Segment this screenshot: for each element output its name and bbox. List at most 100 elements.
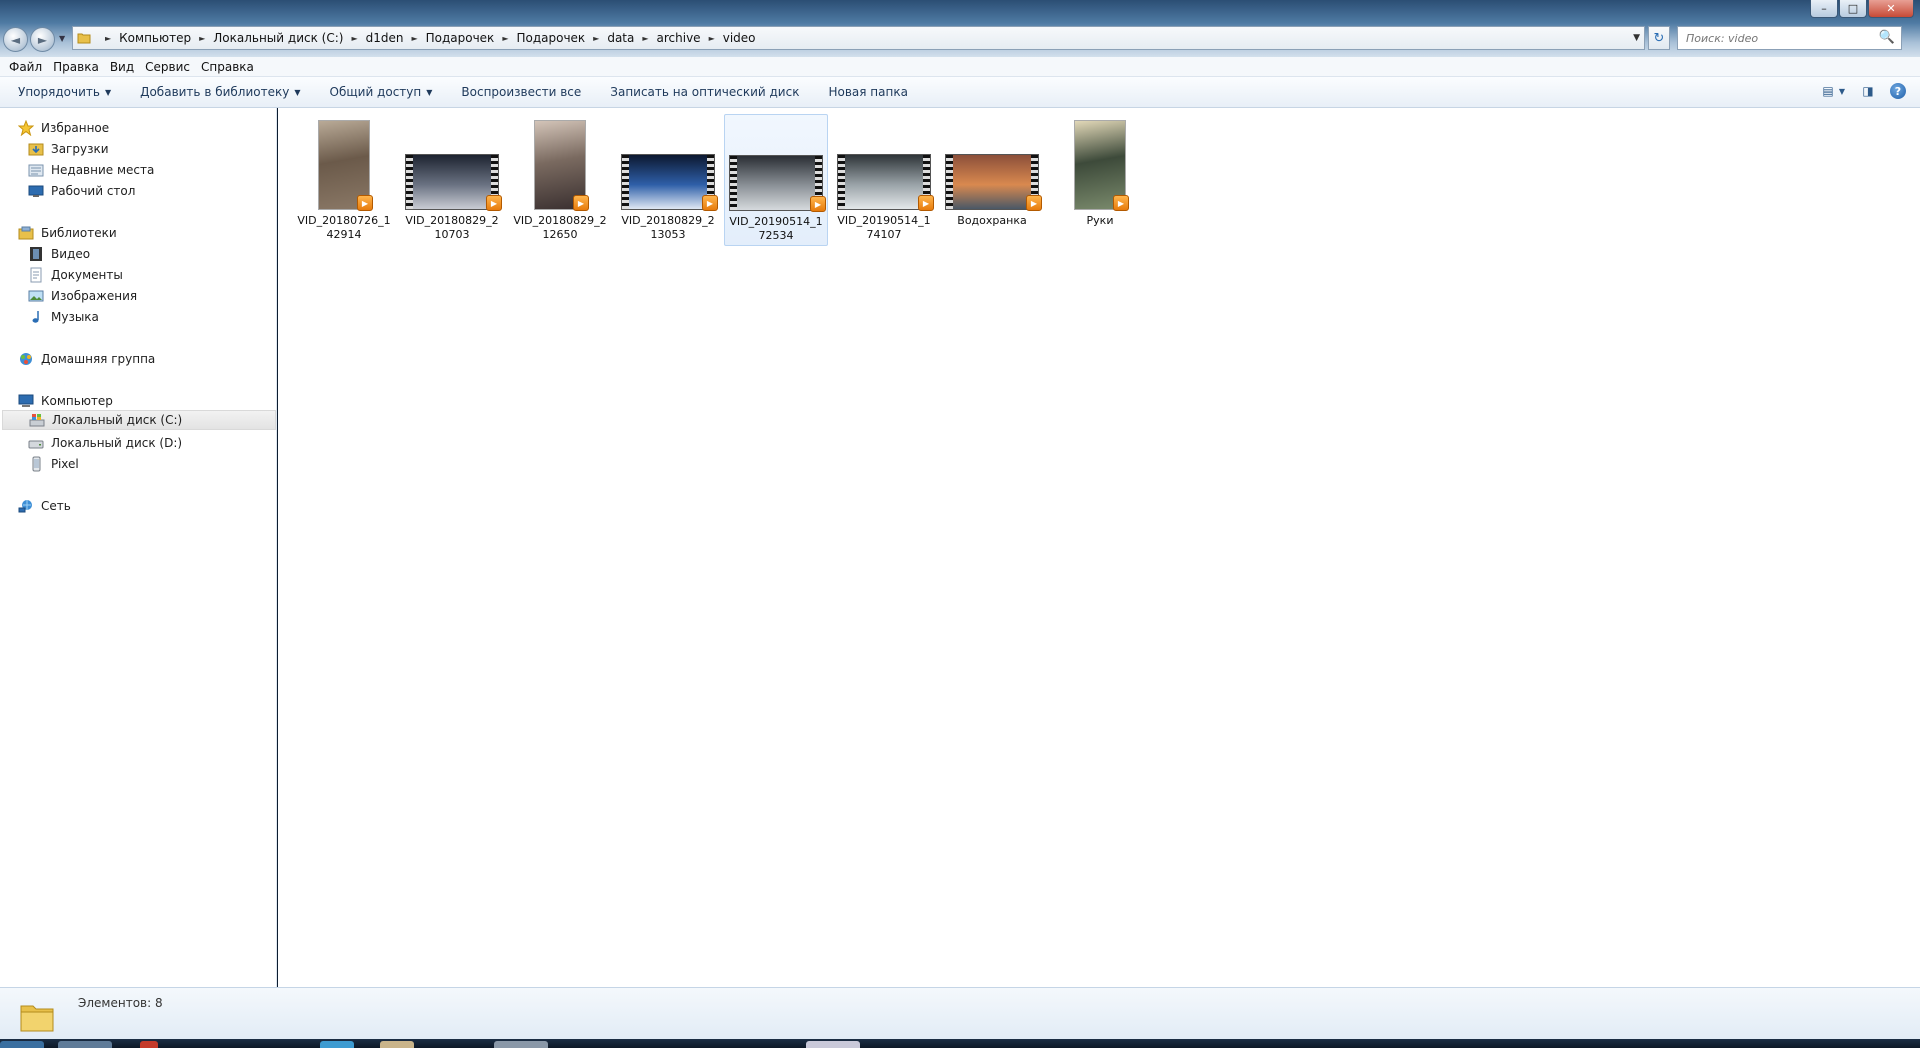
menu-help[interactable]: Справка: [201, 60, 254, 74]
file-name: Водохранка: [957, 214, 1027, 227]
taskbar-item[interactable]: [140, 1041, 158, 1048]
sidebar-item-desktop[interactable]: Рабочий стол: [28, 181, 135, 201]
address-dropdown-icon[interactable]: ▼: [1633, 33, 1640, 43]
taskbar-item[interactable]: [494, 1041, 548, 1048]
sidebar-favorites[interactable]: Избранное: [18, 118, 109, 138]
breadcrumb-item[interactable]: video: [723, 31, 756, 45]
sidebar-item-music[interactable]: Музыка: [28, 307, 99, 327]
sidebar-item-recent-places[interactable]: Недавние места: [28, 160, 154, 180]
start-button[interactable]: [0, 1041, 44, 1048]
sidebar-item-local-disk-d[interactable]: Локальный диск (D:): [28, 433, 182, 453]
breadcrumb-separator-icon[interactable]: ►: [593, 34, 599, 43]
video-thumbnail: ▶: [318, 120, 373, 211]
close-button[interactable]: ✕: [1868, 0, 1914, 18]
add-to-library-button[interactable]: Добавить в библиотеку ▼: [140, 85, 300, 99]
network-icon: [18, 500, 32, 513]
maximize-button[interactable]: □: [1839, 0, 1867, 18]
breadcrumb-item[interactable]: Компьютер: [119, 31, 191, 45]
menu-bar: Файл Правка Вид Сервис Справка: [0, 57, 1920, 77]
minimize-button[interactable]: –: [1810, 0, 1838, 18]
sidebar-computer-label: Компьютер: [41, 394, 113, 408]
taskbar: [0, 1039, 1920, 1048]
sidebar-item-pictures[interactable]: Изображения: [28, 286, 137, 306]
video-file-item[interactable]: ▶ VID_20180726_142914: [292, 114, 396, 246]
breadcrumb-item[interactable]: archive: [657, 31, 701, 45]
forward-button[interactable]: ►: [30, 27, 55, 52]
help-icon[interactable]: ?: [1890, 83, 1906, 99]
taskbar-item[interactable]: [320, 1041, 354, 1048]
video-file-item[interactable]: ▶ Водохранка: [940, 114, 1044, 246]
menu-tools[interactable]: Сервис: [145, 60, 190, 74]
address-bar[interactable]: ► Компьютер ► Локальный диск (C:) ► d1de…: [72, 26, 1645, 50]
breadcrumb-separator-icon[interactable]: ►: [411, 34, 417, 43]
file-view[interactable]: ▶ VID_20180726_142914 ▶ VID_20180829_210703…: [278, 108, 1920, 987]
breadcrumb-separator-icon[interactable]: ►: [199, 34, 205, 43]
breadcrumb-item[interactable]: data: [607, 31, 634, 45]
search-box[interactable]: 🔍: [1677, 26, 1902, 50]
file-name: VID_20180829_212650: [513, 214, 607, 241]
breadcrumb-item[interactable]: Подарочек: [516, 31, 585, 45]
share-button[interactable]: Общий доступ ▼: [330, 85, 433, 99]
sidebar-item-local-disk-c[interactable]: Локальный диск (C:): [2, 410, 276, 430]
recent-pages-dropdown[interactable]: ▼: [59, 34, 65, 43]
sidebar-libraries[interactable]: Библиотеки: [18, 223, 117, 243]
back-arrow-icon: ◄: [10, 32, 21, 47]
organize-button[interactable]: Упорядочить ▼: [18, 85, 111, 99]
video-file-item[interactable]: ▶ Руки: [1048, 114, 1152, 246]
sidebar-item-downloads[interactable]: Загрузки: [28, 139, 109, 159]
sidebar-item-video[interactable]: Видео: [28, 244, 90, 264]
menu-file[interactable]: Файл: [9, 60, 42, 74]
file-name: VID_20190514_174107: [837, 214, 931, 241]
video-file-item[interactable]: ▶ VID_20190514_172534: [724, 114, 828, 246]
sidebar-item-documents[interactable]: Документы: [28, 265, 123, 285]
preview-pane-icon[interactable]: ◨: [1860, 83, 1876, 99]
star-icon: [18, 120, 34, 136]
taskbar-item[interactable]: [806, 1041, 860, 1048]
video-file-item[interactable]: ▶ VID_20180829_210703: [400, 114, 504, 246]
thumbnail-container: ▶: [832, 114, 936, 211]
music-library-icon: [32, 311, 39, 323]
search-icon[interactable]: 🔍: [1879, 30, 1895, 45]
sidebar-libraries-label: Библиотеки: [41, 226, 117, 240]
search-input[interactable]: [1686, 31, 1866, 45]
breadcrumb-separator-icon[interactable]: ►: [351, 34, 357, 43]
video-file-item[interactable]: ▶ VID_20190514_174107: [832, 114, 936, 246]
video-file-item[interactable]: ▶ VID_20180829_213053: [616, 114, 720, 246]
taskbar-item[interactable]: [380, 1041, 414, 1048]
breadcrumb-item[interactable]: Локальный диск (C:): [213, 31, 343, 45]
sidebar-homegroup[interactable]: Домашняя группа: [18, 349, 155, 369]
breadcrumb-separator-icon[interactable]: ►: [502, 34, 508, 43]
sidebar-item-pixel[interactable]: Pixel: [28, 454, 79, 474]
details-pane: Элементов: 8: [0, 987, 1920, 1039]
breadcrumb-item[interactable]: Подарочек: [426, 31, 495, 45]
taskbar-item[interactable]: [58, 1041, 112, 1048]
video-thumbnail: ▶: [534, 120, 589, 211]
thumbnail-container: ▶: [508, 114, 612, 211]
burn-button[interactable]: Записать на оптический диск: [610, 85, 799, 99]
video-file-item[interactable]: ▶ VID_20180829_212650: [508, 114, 612, 246]
add-to-library-label: Добавить в библиотеку: [140, 85, 290, 99]
menu-edit[interactable]: Правка: [53, 60, 99, 74]
breadcrumb-separator-icon[interactable]: ►: [709, 34, 715, 43]
play-all-button[interactable]: Воспроизвести все: [461, 85, 581, 99]
menu-view[interactable]: Вид: [110, 60, 134, 74]
new-folder-button[interactable]: Новая папка: [828, 85, 907, 99]
refresh-button[interactable]: ↻: [1648, 26, 1670, 50]
recent-places-icon: [28, 164, 44, 177]
sidebar-homegroup-label: Домашняя группа: [41, 352, 156, 366]
change-view-icon[interactable]: ▤: [1820, 83, 1836, 99]
breadcrumb-item[interactable]: d1den: [366, 31, 404, 45]
back-button[interactable]: ◄: [3, 27, 28, 52]
sidebar-computer[interactable]: Компьютер: [18, 391, 113, 411]
breadcrumb-separator-icon[interactable]: ►: [105, 34, 111, 43]
forward-arrow-icon: ►: [37, 32, 48, 47]
view-options-chevron-icon[interactable]: ▼: [1838, 83, 1846, 99]
command-bar: Упорядочить ▼ Добавить в библиотеку ▼ Общи…: [0, 77, 1920, 108]
breadcrumb-separator-icon[interactable]: ►: [642, 34, 648, 43]
item-count: Элементов: 8: [78, 996, 163, 1010]
sidebar-network[interactable]: Сеть: [18, 496, 71, 516]
play-overlay-icon: ▶: [357, 195, 373, 211]
thumbnail-container: ▶: [940, 114, 1044, 211]
downloads-folder-icon: [28, 143, 44, 156]
file-name: Руки: [1086, 214, 1114, 227]
